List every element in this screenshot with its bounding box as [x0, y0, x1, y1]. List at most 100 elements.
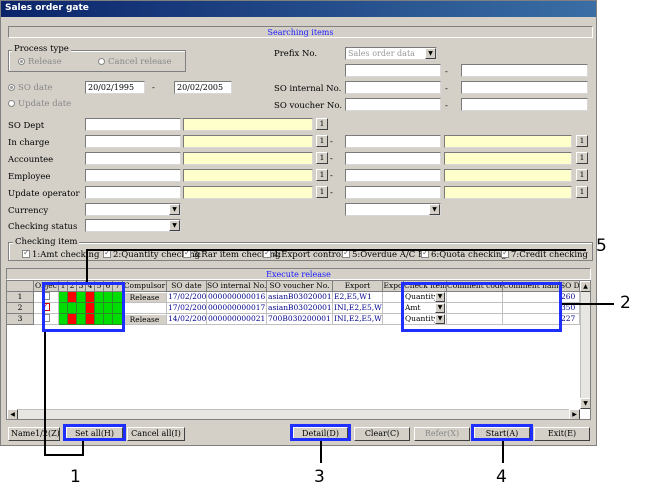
- currency-from-select[interactable]: [85, 203, 181, 216]
- scroll-left-icon[interactable]: ◀: [7, 409, 18, 419]
- employee-from-lookup-button[interactable]: 1: [316, 169, 328, 181]
- accountee-from-lookup-button[interactable]: 1: [316, 152, 328, 164]
- update-operator-from-lookup-button[interactable]: 1: [316, 186, 328, 198]
- row-number[interactable]: 1: [7, 292, 34, 303]
- checking-item-label: Checking item: [13, 237, 80, 247]
- update-operator-from-input[interactable]: [85, 186, 181, 199]
- in-charge-from-input[interactable]: [85, 135, 181, 148]
- so-dept-code-input[interactable]: [85, 118, 181, 131]
- so-dept-label: SO Dept: [8, 121, 45, 131]
- so-voucher-separator: -: [445, 101, 448, 111]
- chevron-down-icon[interactable]: ▼: [169, 204, 180, 215]
- prefix-no-from-input[interactable]: [345, 64, 441, 77]
- accountee-to-input[interactable]: [345, 152, 441, 165]
- highlight-set-all: [63, 424, 126, 441]
- so-voucher-cell[interactable]: asianB030200016: [267, 303, 333, 314]
- callout-line: [44, 332, 46, 456]
- so-date-cell[interactable]: 14/02/2003: [167, 314, 207, 325]
- update-operator-to-name: [444, 186, 572, 199]
- window-title: Sales order gate: [1, 1, 596, 17]
- in-charge-to-lookup-button[interactable]: 1: [576, 135, 588, 147]
- checkbox-icon: [501, 248, 509, 258]
- checkbox-icon: [22, 248, 30, 258]
- so-date-cell[interactable]: 17/02/2003: [167, 303, 207, 314]
- in-charge-to-input[interactable]: [345, 135, 441, 148]
- update-operator-to-lookup-button[interactable]: 1: [576, 186, 588, 198]
- check-quota[interactable]: 6:Quota checking: [421, 248, 507, 260]
- horizontal-scrollbar[interactable]: [7, 409, 580, 419]
- row-number[interactable]: 2: [7, 303, 34, 314]
- chevron-down-icon[interactable]: ▼: [429, 204, 440, 215]
- so-internal-cell[interactable]: 000000000017: [207, 303, 267, 314]
- so-voucher-from-input[interactable]: [345, 98, 441, 111]
- currency-to-select[interactable]: [345, 203, 441, 216]
- export-cell[interactable]: E2,E5,W1: [333, 292, 383, 303]
- accountee-from-name: [183, 152, 313, 165]
- so-dept-lookup-button[interactable]: 1: [316, 118, 328, 130]
- execute-release-banner: Execute release: [6, 268, 591, 280]
- employee-to-input[interactable]: [345, 169, 441, 182]
- chevron-down-icon[interactable]: ▼: [425, 48, 436, 59]
- vertical-scrollbar[interactable]: [580, 281, 590, 409]
- scroll-right-icon[interactable]: ▶: [569, 409, 580, 419]
- so-date-radio[interactable]: SO date: [8, 83, 52, 93]
- so-internal-cell[interactable]: 000000000016: [207, 292, 267, 303]
- prefix-no-to-input[interactable]: [461, 64, 588, 77]
- accountee-from-input[interactable]: [85, 152, 181, 165]
- accountee-to-lookup-button[interactable]: 1: [576, 152, 588, 164]
- so-d-cell[interactable]: 260: [560, 292, 580, 303]
- col-so-internal[interactable]: SO internal No.: [207, 281, 267, 292]
- compulsory-cell[interactable]: [123, 303, 167, 314]
- employee-to-lookup-button[interactable]: 1: [576, 169, 588, 181]
- prefix-separator: -: [445, 67, 448, 77]
- col-so-voucher[interactable]: SO voucher No.: [267, 281, 333, 292]
- highlight-start: [471, 424, 533, 441]
- col-so-d[interactable]: SO D: [560, 281, 580, 292]
- col-export[interactable]: Export: [333, 281, 383, 292]
- so-internal-to-input[interactable]: [461, 81, 588, 94]
- grid-corner: [7, 281, 34, 292]
- callout-line: [320, 441, 322, 463]
- release-radio[interactable]: Release: [18, 57, 62, 67]
- export-cell[interactable]: INI,E2,E5,W1: [333, 303, 383, 314]
- so-internal-from-input[interactable]: [345, 81, 441, 94]
- employee-to-name: [444, 169, 572, 182]
- so-voucher-cell[interactable]: 700B030200001: [267, 314, 333, 325]
- scroll-up-icon[interactable]: ▲: [580, 281, 590, 292]
- check-overdue[interactable]: 5:Overdue A/C R: [342, 248, 424, 260]
- check-export-control[interactable]: 4:Export control: [263, 248, 344, 260]
- callout-5: 5: [596, 236, 607, 256]
- release-row-button[interactable]: Release: [123, 292, 167, 303]
- refer-button[interactable]: Refer(X): [414, 427, 470, 441]
- row-number[interactable]: 3: [7, 314, 34, 325]
- so-voucher-to-input[interactable]: [461, 98, 588, 111]
- check-credit[interactable]: 7:Credit checking: [501, 248, 588, 260]
- so-voucher-cell[interactable]: asianB030200015: [267, 292, 333, 303]
- col-compulsory[interactable]: Compulsor: [123, 281, 167, 292]
- exit-button[interactable]: Exit(E): [534, 427, 590, 441]
- so-internal-cell[interactable]: 000000000021: [207, 314, 267, 325]
- export-cell[interactable]: INI,E2,E5,W1: [333, 314, 383, 325]
- scroll-down-icon[interactable]: ▼: [580, 398, 590, 409]
- checkbox-icon: [342, 248, 350, 258]
- in-charge-from-lookup-button[interactable]: 1: [316, 135, 328, 147]
- so-date-to-input[interactable]: 20/02/2005: [174, 81, 232, 94]
- update-operator-to-input[interactable]: [345, 186, 441, 199]
- searching-items-banner: Searching items: [8, 26, 593, 38]
- employee-from-input[interactable]: [85, 169, 181, 182]
- checkbox-icon: [421, 248, 429, 258]
- so-d-cell[interactable]: 227: [560, 314, 580, 325]
- checking-status-select[interactable]: [85, 219, 181, 232]
- prefix-no-select[interactable]: Sales order data: [345, 47, 437, 60]
- release-row-button[interactable]: Release: [123, 314, 167, 325]
- col-so-date[interactable]: SO date: [167, 281, 207, 292]
- employee-from-name: [183, 169, 313, 182]
- chevron-down-icon[interactable]: ▼: [169, 220, 180, 231]
- clear-button[interactable]: Clear(C): [354, 427, 410, 441]
- name-toggle-button[interactable]: Name1/2(Z): [8, 427, 60, 441]
- update-date-radio[interactable]: Update date: [8, 99, 71, 109]
- so-date-from-input[interactable]: 20/02/1995: [85, 81, 145, 94]
- cancel-all-button[interactable]: Cancel all(I): [127, 427, 185, 441]
- so-date-cell[interactable]: 17/02/2003: [167, 292, 207, 303]
- cancel-release-radio[interactable]: Cancel release: [98, 57, 172, 67]
